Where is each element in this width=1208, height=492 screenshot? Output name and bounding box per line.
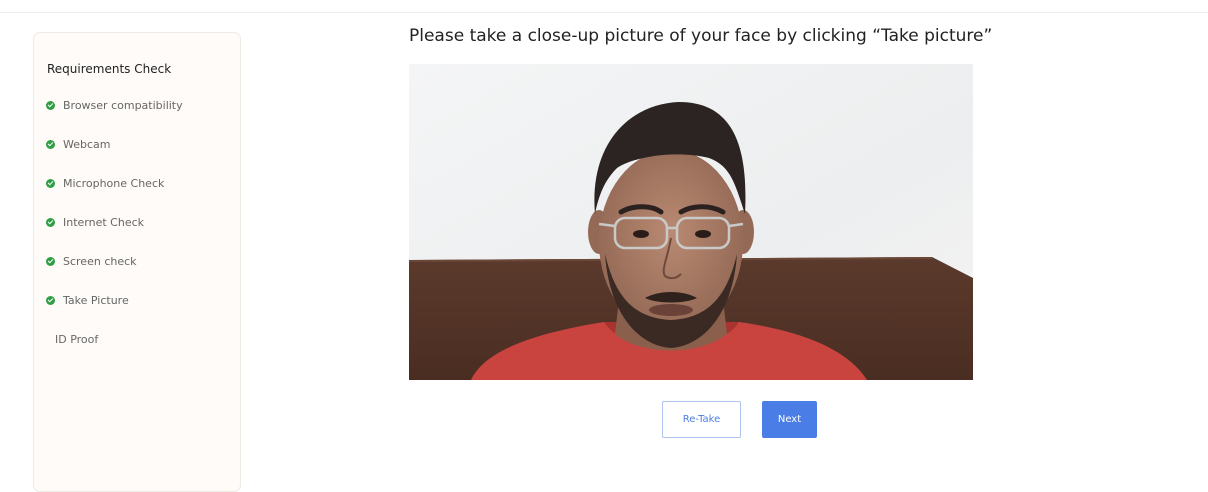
check-item-id-proof: ID Proof	[46, 333, 183, 372]
check-circle-icon	[46, 101, 55, 110]
page-instruction: Please take a close-up picture of your f…	[409, 26, 993, 46]
sidebar-title: Requirements Check	[47, 62, 172, 76]
check-item-label: ID Proof	[55, 333, 99, 346]
next-button[interactable]: Next	[762, 401, 817, 438]
check-item-webcam: Webcam	[46, 138, 183, 177]
check-circle-icon	[46, 218, 55, 227]
check-item-internet: Internet Check	[46, 216, 183, 255]
top-bar	[0, 0, 1208, 13]
check-item-microphone: Microphone Check	[46, 177, 183, 216]
check-item-label: Screen check	[63, 255, 137, 268]
check-item-screen: Screen check	[46, 255, 183, 294]
webcam-capture-image	[409, 64, 973, 380]
check-item-label: Browser compatibility	[63, 99, 183, 112]
check-circle-icon	[46, 296, 55, 305]
check-item-take-picture: Take Picture	[46, 294, 183, 333]
requirements-checklist: Browser compatibility Webcam Microphone …	[46, 99, 183, 372]
requirements-sidebar: Requirements Check Browser compatibility…	[33, 32, 241, 492]
webcam-photo	[409, 64, 973, 380]
check-item-browser-compatibility: Browser compatibility	[46, 99, 183, 138]
check-item-label: Webcam	[63, 138, 111, 151]
check-circle-icon	[46, 257, 55, 266]
retake-button[interactable]: Re-Take	[662, 401, 741, 438]
check-item-label: Take Picture	[63, 294, 129, 307]
check-item-label: Internet Check	[63, 216, 145, 229]
check-circle-icon	[46, 140, 55, 149]
check-item-label: Microphone Check	[63, 177, 165, 190]
check-circle-icon	[46, 179, 55, 188]
